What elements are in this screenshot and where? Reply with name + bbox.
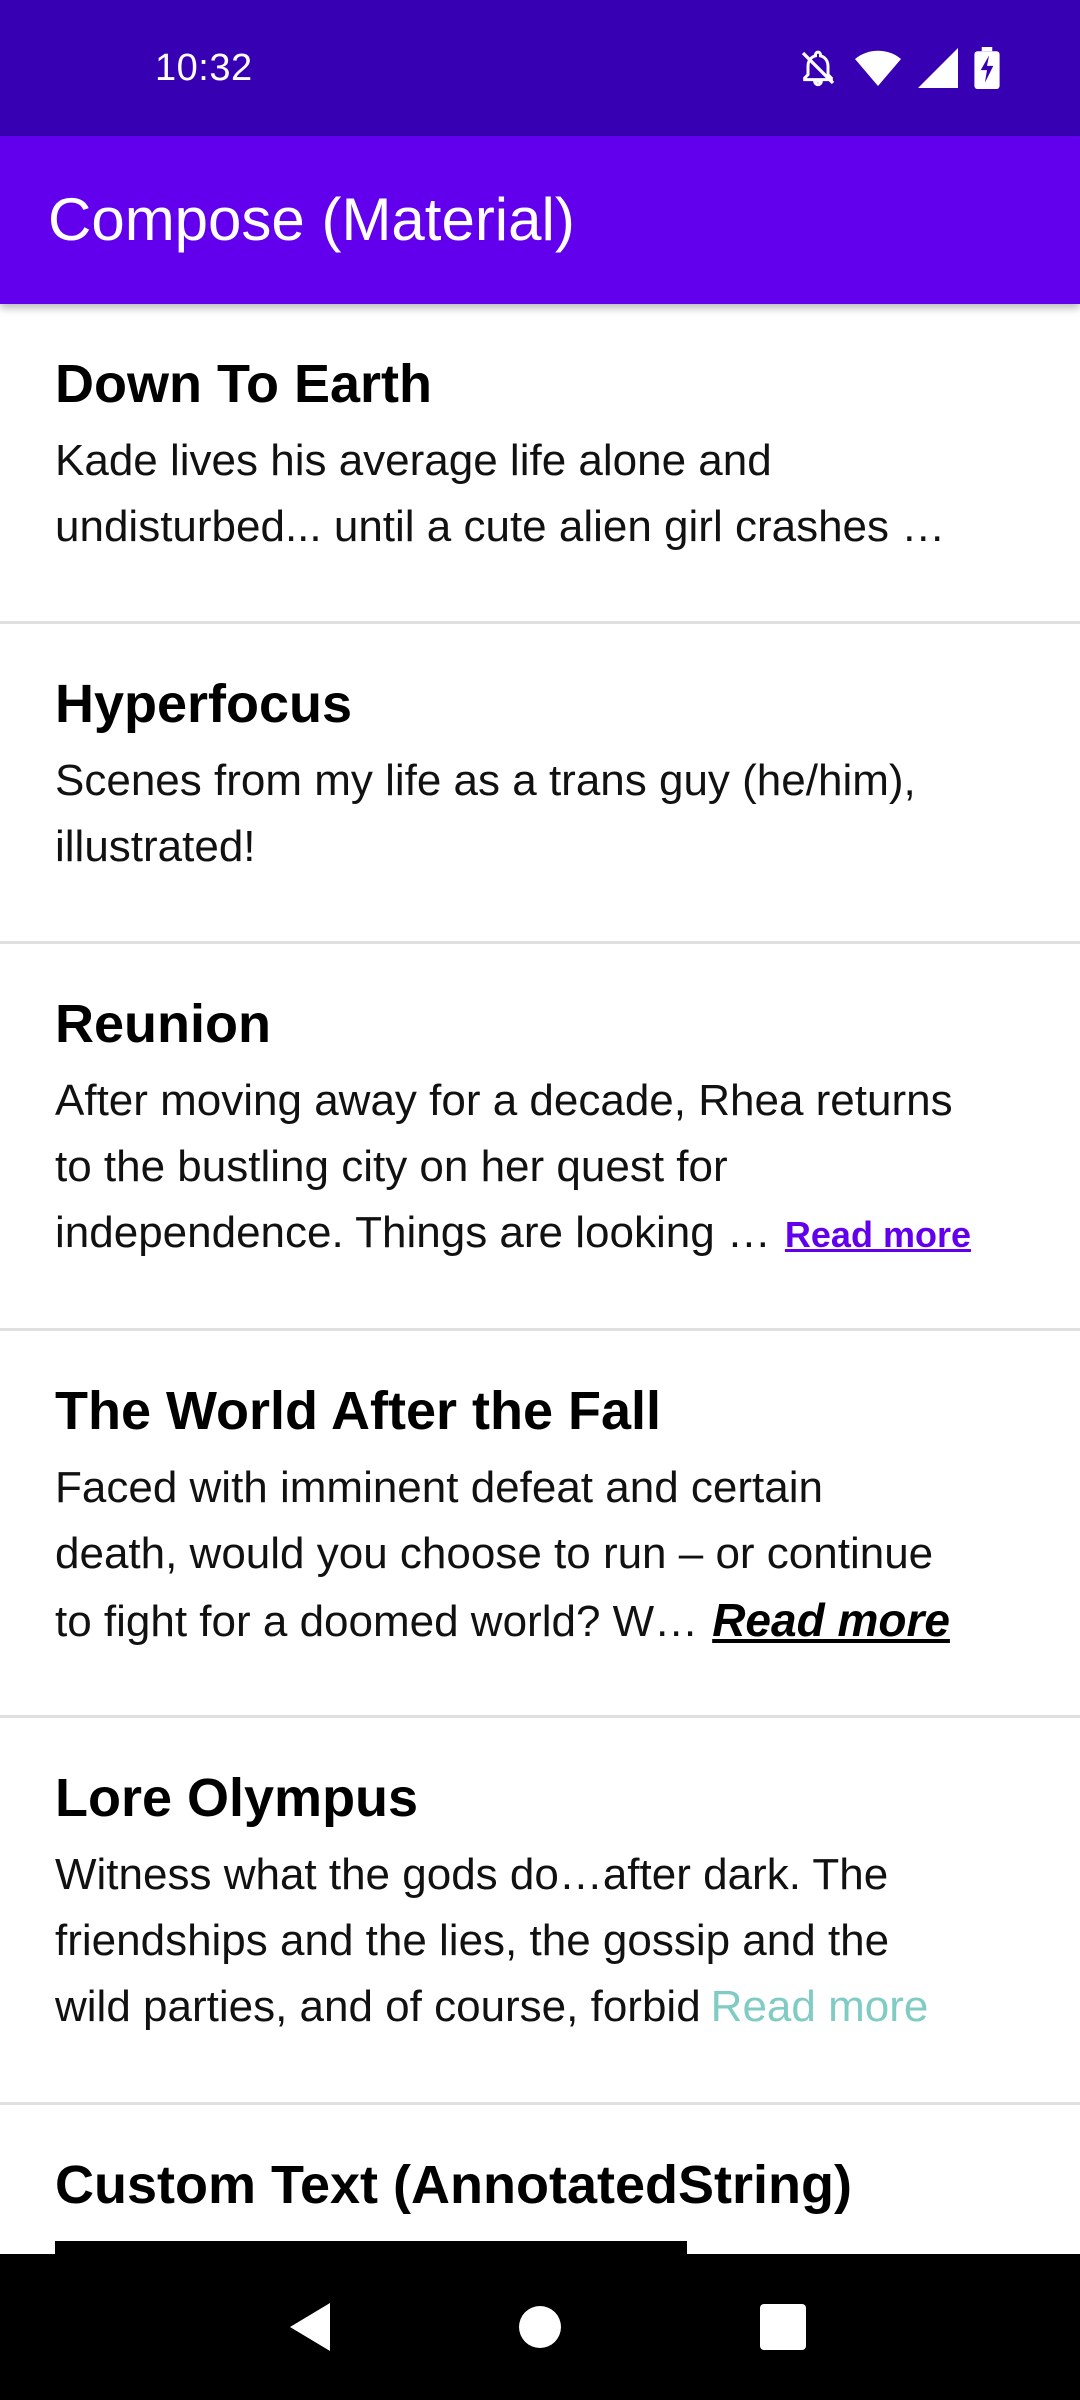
recents-button[interactable] [723, 2254, 843, 2400]
app-bar: Compose (Material) [0, 136, 1080, 304]
read-more-link[interactable]: Read more [785, 1214, 971, 1255]
list-item[interactable]: The World After the Fall Faced with immi… [0, 1331, 1080, 1718]
item-description: Kade lives his average life alone and un… [55, 428, 1045, 560]
app-title: Compose (Material) [48, 186, 575, 253]
list-item[interactable]: Down To Earth Kade lives his average lif… [0, 304, 1080, 624]
read-more-link[interactable]: Read more [712, 1594, 950, 1646]
description-line: Faced with imminent defeat and certain [55, 1463, 823, 1512]
description-text: wild parties, and of course, forbid [55, 1982, 701, 2031]
back-icon [286, 2301, 334, 2353]
item-title: Down To Earth [55, 354, 432, 414]
description-line: friendships and the lies, the gossip and… [55, 1916, 890, 1965]
description-line: death, would you choose to run – or cont… [55, 1529, 934, 1578]
status-icons [798, 44, 1000, 92]
item-description: Faced with imminent defeat and certain d… [55, 1455, 1045, 1655]
item-description: After moving away for a decade, Rhea ret… [55, 1068, 1045, 1268]
item-title: Lore Olympus [55, 1768, 419, 1828]
custom-text-bar [55, 2241, 687, 2254]
battery-charging-icon [974, 47, 1000, 89]
item-title: Hyperfocus [55, 674, 353, 734]
read-more-link[interactable]: Read more [711, 1982, 929, 2031]
back-button[interactable] [250, 2254, 370, 2400]
description-line: to the bustling city on her quest for [55, 1142, 728, 1191]
home-icon [518, 2305, 562, 2349]
item-title: The World After the Fall [55, 1381, 662, 1441]
list-item[interactable]: Custom Text (AnnotatedString) [0, 2105, 1080, 2254]
description-line: illustrated! [55, 822, 256, 871]
story-list[interactable]: Down To Earth Kade lives his average lif… [0, 304, 1080, 2254]
description-line: Witness what the gods do…after dark. The [55, 1850, 889, 1899]
description-line: After moving away for a decade, Rhea ret… [55, 1076, 953, 1125]
status-time: 10:32 [155, 47, 253, 89]
wifi-icon [854, 48, 902, 88]
description-line: to fight for a doomed world? W… Read more [55, 1587, 1045, 1655]
list-item[interactable]: Reunion After moving away for a decade, … [0, 944, 1080, 1331]
home-button[interactable] [480, 2254, 600, 2400]
description-line: independence. Things are looking … Read m… [55, 1200, 1045, 1268]
list-item[interactable]: Hyperfocus Scenes from my life as a tran… [0, 624, 1080, 944]
description-line: wild parties, and of course, forbid Read … [55, 1974, 1045, 2040]
description-text: to fight for a doomed world? W… [55, 1597, 699, 1646]
item-description: Witness what the gods do…after dark. The… [55, 1842, 1045, 2040]
recents-icon [760, 2304, 806, 2350]
description-line: Kade lives his average life alone and [55, 436, 772, 485]
navigation-bar [0, 2254, 1080, 2400]
description-line: undisturbed... until a cute alien girl c… [55, 502, 946, 551]
item-description: Scenes from my life as a trans guy (he/h… [55, 748, 1045, 880]
description-line: Scenes from my life as a trans guy (he/h… [55, 756, 916, 805]
list-item[interactable]: Lore Olympus Witness what the gods do…af… [0, 1718, 1080, 2105]
item-title: Reunion [55, 994, 271, 1054]
cell-signal-icon [918, 48, 958, 88]
description-text: independence. Things are looking … [55, 1208, 771, 1257]
status-bar: 10:32 [0, 0, 1080, 136]
item-title: Custom Text (AnnotatedString) [55, 2155, 852, 2215]
notifications-off-icon [798, 48, 838, 88]
